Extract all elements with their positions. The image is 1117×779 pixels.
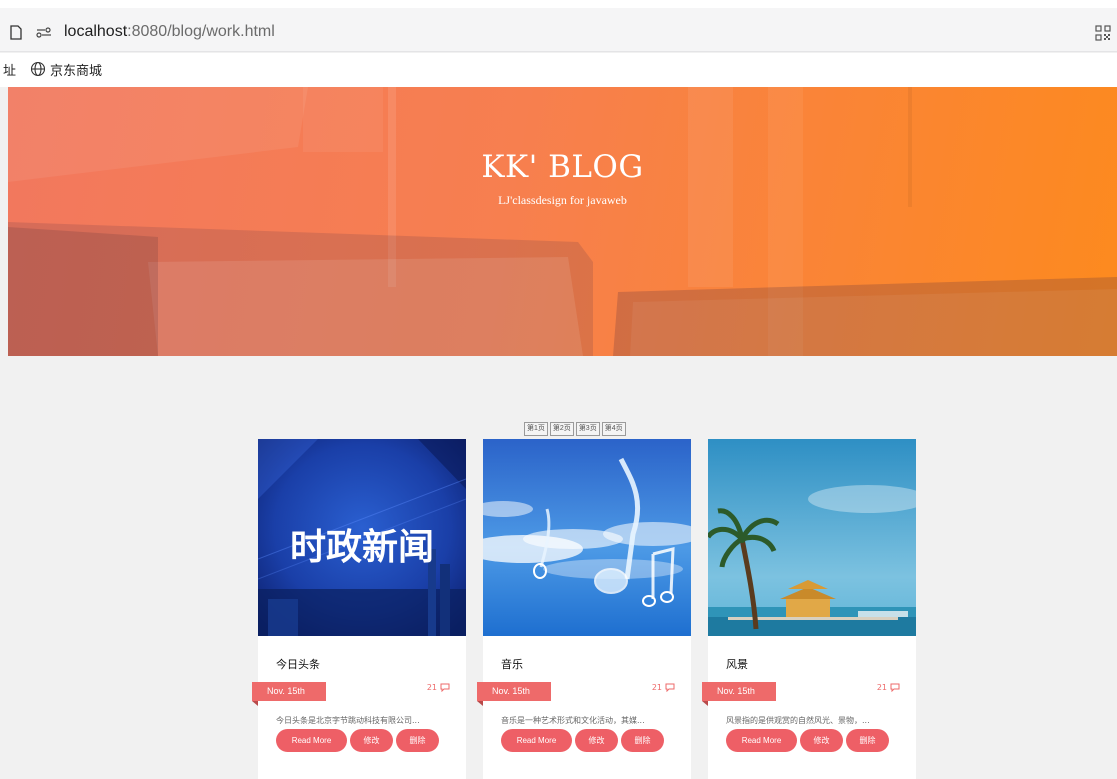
post-excerpt: 今日头条是北京字节跳动科技有限公司... xyxy=(276,716,420,725)
page-2-button[interactable]: 第2页 xyxy=(549,422,574,436)
palm-beach-svg xyxy=(708,439,916,636)
post-excerpt: 音乐是一种艺术形式和文化活动，其媒... xyxy=(501,716,645,725)
qr-code-icon[interactable] xyxy=(1095,25,1111,41)
read-more-button[interactable]: Read More xyxy=(726,729,797,752)
bookmark-label: 京东商城 xyxy=(50,63,103,79)
post-title[interactable]: 风景 xyxy=(726,656,748,672)
comment-icon xyxy=(440,683,450,692)
url-text[interactable]: localhost:8080/blog/work.html xyxy=(64,21,275,43)
blog-title: KK' BLOG xyxy=(481,149,644,185)
edit-button[interactable]: 修改 xyxy=(350,729,393,752)
bookmarks-bar: 址 京东商城 xyxy=(0,53,1117,87)
delete-button[interactable]: 删除 xyxy=(396,729,439,752)
window-top-strip xyxy=(0,0,1117,8)
page-icon xyxy=(10,25,22,40)
comment-count-value: 21 xyxy=(876,683,887,692)
comment-count[interactable]: 21 xyxy=(877,683,900,692)
date-tag: Nov. 15th xyxy=(252,682,326,706)
news-graphic-svg: 时政新闻 xyxy=(258,439,466,636)
post-card: 风景 Nov. 15th 21 风景指的是供观赏的自然风光、景物，... Rea… xyxy=(702,439,916,779)
comment-count[interactable]: 21 xyxy=(427,683,450,692)
site-info-icon[interactable] xyxy=(36,27,52,39)
post-card: 音乐 Nov. 15th 21 音乐是一种艺术形式和文化活动，其媒... Rea… xyxy=(477,439,691,779)
hero-banner: KK' BLOG LJ'classdesign for javaweb xyxy=(8,87,1117,356)
url-path: :8080/blog/work.html xyxy=(127,23,275,40)
card-actions: Read More 修改 删除 xyxy=(726,729,889,752)
hero-background-shapes xyxy=(8,87,1117,356)
page-4-button[interactable]: 第4页 xyxy=(601,422,626,436)
card-actions: Read More 修改 删除 xyxy=(501,729,664,752)
edit-button[interactable]: 修改 xyxy=(800,729,843,752)
bookmark-jd[interactable]: 京东商城 xyxy=(30,59,102,79)
read-more-button[interactable]: Read More xyxy=(501,729,572,752)
post-card: 时政新闻 今日头条 Nov. 15th 21 今日头条是北京字节跳动科技有限公司… xyxy=(252,439,466,779)
delete-button[interactable]: 删除 xyxy=(621,729,664,752)
comment-count[interactable]: 21 xyxy=(652,683,675,692)
post-title[interactable]: 音乐 xyxy=(501,656,523,672)
post-excerpt: 风景指的是供观赏的自然风光、景物，... xyxy=(726,716,870,725)
date-tag: Nov. 15th xyxy=(477,682,551,706)
music-notes-image[interactable] xyxy=(483,439,691,636)
date-tag: Nov. 15th xyxy=(702,682,776,706)
comment-icon xyxy=(665,683,675,692)
pagination: 第1页 第2页 第3页 第4页 xyxy=(524,422,626,436)
address-bar[interactable]: localhost:8080/blog/work.html xyxy=(0,8,1117,52)
read-more-button[interactable]: Read More xyxy=(276,729,347,752)
page-1-button[interactable]: 第1页 xyxy=(524,422,548,436)
page-3-button[interactable]: 第3页 xyxy=(575,422,600,436)
news-graphic-image[interactable]: 时政新闻 xyxy=(258,439,466,636)
card-actions: Read More 修改 删除 xyxy=(276,729,439,752)
comment-count-value: 21 xyxy=(651,683,662,692)
delete-button[interactable]: 删除 xyxy=(846,729,889,752)
post-title[interactable]: 今日头条 xyxy=(276,656,320,672)
music-notes-svg xyxy=(483,439,691,636)
comment-count-value: 21 xyxy=(426,683,437,692)
comment-icon xyxy=(890,683,900,692)
palm-beach-image[interactable] xyxy=(708,439,916,636)
url-host: localhost xyxy=(64,23,128,40)
news-graphic-text: 时政新闻 xyxy=(290,527,434,568)
bookmark-truncated-label[interactable]: 址 xyxy=(3,60,16,79)
globe-icon xyxy=(30,61,46,77)
blog-subtitle: LJ'classdesign for javaweb xyxy=(498,193,627,207)
edit-button[interactable]: 修改 xyxy=(575,729,618,752)
